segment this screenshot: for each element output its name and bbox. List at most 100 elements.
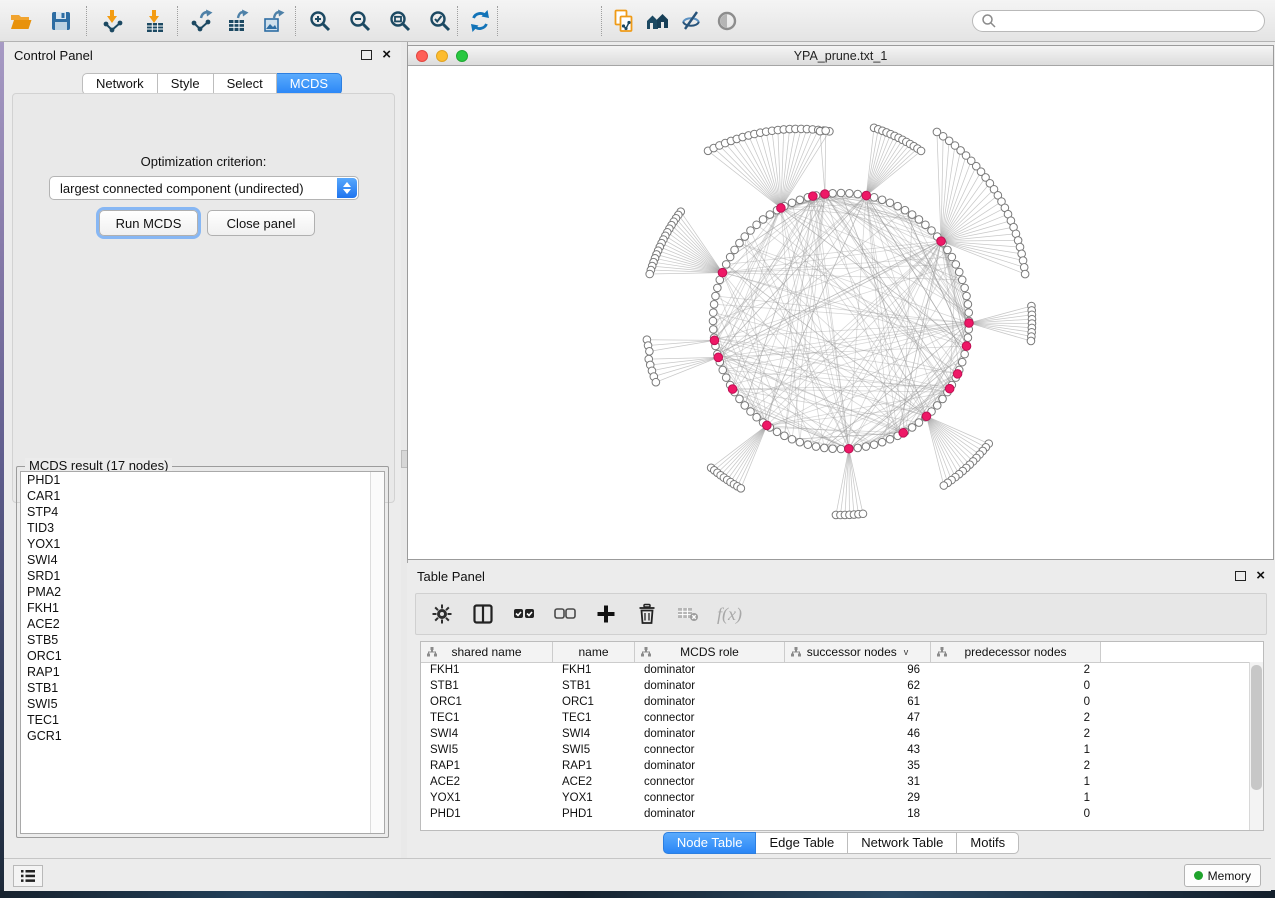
network-node[interactable] xyxy=(709,326,717,334)
network-node[interactable] xyxy=(862,443,870,451)
table-cell[interactable]: TEC1 xyxy=(553,712,635,724)
network-node[interactable] xyxy=(939,395,947,403)
table-cell[interactable]: connector xyxy=(635,744,785,756)
mcds-node[interactable] xyxy=(937,237,946,246)
network-node[interactable] xyxy=(741,402,749,410)
network-window-titlebar[interactable]: YPA_prune.txt_1 xyxy=(408,46,1273,66)
network-node[interactable] xyxy=(722,261,730,269)
column-header-predecessor-nodes[interactable]: predecessor nodes xyxy=(931,642,1101,662)
mcds-result-item[interactable]: SRD1 xyxy=(21,568,384,584)
network-node[interactable] xyxy=(829,189,837,197)
mcds-result-item[interactable]: CAR1 xyxy=(21,488,384,504)
table-cell[interactable]: 46 xyxy=(785,728,931,740)
table-cell[interactable]: PHD1 xyxy=(421,808,553,820)
network-node[interactable] xyxy=(958,276,966,284)
network-node[interactable] xyxy=(837,445,845,453)
network-node[interactable] xyxy=(710,300,718,308)
mcds-node[interactable] xyxy=(845,444,854,453)
mcds-node[interactable] xyxy=(962,342,971,351)
table-row[interactable]: RAP1RAP1dominator352 xyxy=(421,758,1250,774)
table-row[interactable]: ORC1ORC1dominator610 xyxy=(421,694,1250,710)
network-node[interactable] xyxy=(796,438,804,446)
tab-node-table[interactable]: Node Table xyxy=(663,832,757,854)
network-node[interactable] xyxy=(652,378,660,386)
table-row[interactable]: PHD1PHD1dominator180 xyxy=(421,806,1250,822)
network-node[interactable] xyxy=(822,127,830,135)
table-cell[interactable]: ACE2 xyxy=(553,776,635,788)
delete-column-icon[interactable] xyxy=(635,602,659,626)
show-panels-button[interactable] xyxy=(13,865,43,887)
mcds-node[interactable] xyxy=(899,429,908,438)
network-node[interactable] xyxy=(736,395,744,403)
table-cell[interactable]: ORC1 xyxy=(553,696,635,708)
table-cell[interactable]: connector xyxy=(635,712,785,724)
table-cell[interactable]: dominator xyxy=(635,728,785,740)
network-node[interactable] xyxy=(846,189,854,197)
network-node[interactable] xyxy=(796,196,804,204)
table-cell[interactable]: dominator xyxy=(635,664,785,676)
table-cell[interactable]: SWI4 xyxy=(553,728,635,740)
table-cell[interactable]: 62 xyxy=(785,680,931,692)
mcds-result-item[interactable]: TID3 xyxy=(21,520,384,536)
mcds-result-item[interactable]: RAP1 xyxy=(21,664,384,680)
network-node[interactable] xyxy=(955,268,963,276)
network-node[interactable] xyxy=(915,216,923,224)
table-cell[interactable]: dominator xyxy=(635,680,785,692)
tab-edge-table[interactable]: Edge Table xyxy=(756,832,848,854)
close-panel-icon[interactable]: × xyxy=(382,50,391,60)
mcds-result-item[interactable]: GCR1 xyxy=(21,728,384,744)
network-node[interactable] xyxy=(928,227,936,235)
table-cell[interactable]: 43 xyxy=(785,744,931,756)
float-panel-icon[interactable] xyxy=(1235,571,1246,581)
table-cell[interactable]: connector xyxy=(635,792,785,804)
table-row[interactable]: SWI4SWI4dominator462 xyxy=(421,726,1250,742)
network-node[interactable] xyxy=(736,239,744,247)
table-row[interactable]: SWI5SWI5connector431 xyxy=(421,742,1250,758)
network-node[interactable] xyxy=(741,233,749,241)
network-node[interactable] xyxy=(878,438,886,446)
network-node[interactable] xyxy=(731,246,739,254)
zoom-out-icon[interactable] xyxy=(347,8,373,34)
export-network-icon[interactable] xyxy=(189,8,215,34)
network-node[interactable] xyxy=(961,350,969,358)
network-node[interactable] xyxy=(963,292,971,300)
network-node[interactable] xyxy=(901,206,909,214)
search-input[interactable] xyxy=(972,10,1265,32)
network-node[interactable] xyxy=(726,253,734,261)
network-node[interactable] xyxy=(894,202,902,210)
table-cell[interactable]: 47 xyxy=(785,712,931,724)
network-node[interactable] xyxy=(965,309,973,317)
mcds-node[interactable] xyxy=(821,190,830,199)
network-node[interactable] xyxy=(1027,337,1035,345)
table-cell[interactable]: YOX1 xyxy=(553,792,635,804)
network-node[interactable] xyxy=(886,435,894,443)
mcds-list-scrollbar[interactable] xyxy=(370,472,384,833)
select-all-columns-icon[interactable] xyxy=(512,602,536,626)
mcds-result-item[interactable]: PMA2 xyxy=(21,584,384,600)
network-node[interactable] xyxy=(773,428,781,436)
mcds-node[interactable] xyxy=(763,421,772,430)
open-file-icon[interactable] xyxy=(8,8,34,34)
mcds-node[interactable] xyxy=(965,319,974,328)
tab-mcds[interactable]: MCDS xyxy=(277,73,342,95)
network-overview-icon[interactable] xyxy=(645,8,671,34)
tab-network-table[interactable]: Network Table xyxy=(848,832,957,854)
network-node[interactable] xyxy=(812,443,820,451)
mcds-node[interactable] xyxy=(710,336,719,345)
refresh-icon[interactable] xyxy=(467,8,493,34)
table-row[interactable]: YOX1YOX1connector291 xyxy=(421,790,1250,806)
tab-style[interactable]: Style xyxy=(158,73,214,95)
mcds-node[interactable] xyxy=(718,268,727,277)
column-header-name[interactable]: name xyxy=(553,642,635,662)
mcds-result-item[interactable]: STB5 xyxy=(21,632,384,648)
tab-select[interactable]: Select xyxy=(214,73,277,95)
network-node[interactable] xyxy=(781,432,789,440)
table-cell[interactable]: 1 xyxy=(931,792,1101,804)
mcds-result-item[interactable]: TEC1 xyxy=(21,712,384,728)
hide-annotations-icon[interactable] xyxy=(678,8,704,34)
network-node[interactable] xyxy=(944,246,952,254)
network-node[interactable] xyxy=(870,194,878,202)
network-node[interactable] xyxy=(908,211,916,219)
mcds-result-item[interactable]: ORC1 xyxy=(21,648,384,664)
network-node[interactable] xyxy=(804,441,812,449)
